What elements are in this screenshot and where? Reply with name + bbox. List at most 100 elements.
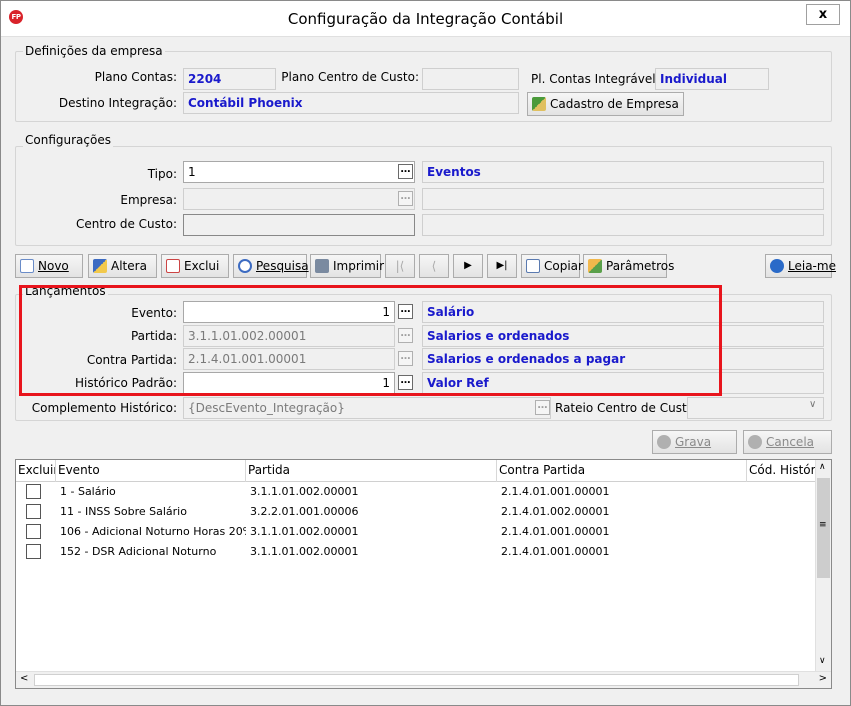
tipo-description: Eventos	[422, 161, 824, 183]
scroll-right-icon[interactable]: >	[819, 673, 827, 684]
scroll-grip-icon: ≡	[819, 520, 827, 530]
pl-integravel-field: Individual	[655, 68, 769, 90]
row-evento: 1 - Salário	[60, 485, 116, 498]
complemento-input[interactable]: {DescEvento_Integração}	[183, 397, 551, 419]
cadastro-empresa-button[interactable]: Cadastro de Empresa	[527, 92, 684, 116]
row-partida: 3.1.1.01.002.00001	[250, 485, 359, 498]
centro-custo-input[interactable]	[183, 214, 415, 236]
cancela-button[interactable]: Cancela	[743, 430, 832, 454]
scroll-left-icon[interactable]: <	[20, 673, 28, 684]
table-row[interactable]: 11 - INSS Sobre Salário 3.2.2.01.001.000…	[16, 502, 816, 522]
row-contra: 2.1.4.01.001.00001	[501, 485, 610, 498]
excluir-checkbox[interactable]	[26, 484, 41, 499]
table-row[interactable]: 1 - Salário 3.1.1.01.002.00001 2.1.4.01.…	[16, 482, 816, 502]
scroll-up-icon[interactable]: ∧	[819, 462, 826, 472]
leia-me-button[interactable]: Leia-me	[765, 254, 836, 278]
table-row[interactable]: 152 - DSR Adicional Noturno 3.1.1.01.002…	[16, 542, 816, 562]
exclui-label: Exclui	[184, 259, 220, 273]
rateio-label: Rateio Centro de Custo:	[555, 401, 699, 415]
cancel-circle-icon	[748, 435, 762, 449]
title-bar: FP Configuração da Integração Contábil x	[1, 1, 850, 37]
tipo-lookup-button[interactable]: …	[398, 164, 413, 179]
chevron-down-icon: ∨	[809, 399, 817, 410]
empresa-description	[422, 188, 824, 210]
check-circle-icon	[657, 435, 671, 449]
settings-parameters-icon	[588, 259, 602, 273]
info-icon	[770, 259, 784, 273]
dialog-window: FP Configuração da Integração Contábil x…	[0, 0, 851, 706]
excluir-checkbox[interactable]	[26, 504, 41, 519]
table-row[interactable]: 106 - Adicional Noturno Horas 20% 3.1.1.…	[16, 522, 816, 542]
col-cod-historico[interactable]: Cód. Históric	[747, 460, 816, 482]
plano-contas-label: Plano Contas:	[94, 70, 177, 84]
company-arrow-icon	[532, 97, 546, 111]
col-partida[interactable]: Partida	[246, 460, 497, 482]
config-group-title: Configurações	[23, 133, 113, 147]
row-evento: 152 - DSR Adicional Noturno	[60, 545, 217, 558]
vertical-scrollbar[interactable]: ∧ ≡ ∨	[815, 460, 831, 672]
row-contra: 2.1.4.01.001.00001	[501, 545, 610, 558]
complemento-label: Complemento Histórico:	[31, 401, 177, 415]
row-contra: 2.1.4.01.001.00001	[501, 525, 610, 538]
centro-custo-description	[422, 214, 824, 236]
hscroll-thumb[interactable]	[34, 674, 799, 686]
col-excluir[interactable]: Excluir	[16, 460, 56, 482]
altera-button[interactable]: Altera	[88, 254, 157, 278]
copiar-button[interactable]: Copiar	[521, 254, 583, 278]
highlight-box	[19, 285, 722, 396]
next-record-button[interactable]: ▶	[453, 254, 483, 278]
parametros-label: Parâmetros	[606, 259, 675, 273]
close-button[interactable]: x	[806, 4, 840, 25]
col-evento[interactable]: Evento	[56, 460, 246, 482]
leia-me-label: Leia-me	[788, 259, 836, 273]
empresa-label: Empresa:	[120, 193, 177, 207]
row-evento: 11 - INSS Sobre Salário	[60, 505, 187, 518]
row-partida: 3.1.1.01.002.00001	[250, 525, 359, 538]
novo-button[interactable]: Novo	[15, 254, 83, 278]
pesquisa-label: Pesquisa	[256, 259, 309, 273]
empresa-group-title: Definições da empresa	[23, 44, 165, 58]
copiar-label: Copiar	[544, 259, 583, 273]
exclui-button[interactable]: Exclui	[161, 254, 229, 278]
plano-centro-field	[422, 68, 519, 90]
row-partida: 3.2.2.01.001.00006	[250, 505, 359, 518]
row-partida: 3.1.1.01.002.00001	[250, 545, 359, 558]
grava-label: Grava	[675, 435, 712, 449]
edit-pencil-icon	[93, 259, 107, 273]
window-title: Configuração da Integração Contábil	[287, 10, 564, 28]
imprimir-button[interactable]: Imprimir	[310, 254, 385, 278]
complemento-lookup-button[interactable]: …	[535, 400, 550, 415]
new-document-icon	[20, 259, 34, 273]
plano-contas-field: 2204	[183, 68, 276, 90]
destino-label: Destino Integração:	[58, 96, 177, 110]
tipo-input[interactable]: 1	[183, 161, 415, 183]
scroll-down-icon[interactable]: ∨	[819, 656, 826, 666]
empresa-input[interactable]	[183, 188, 415, 210]
row-evento: 106 - Adicional Noturno Horas 20%	[60, 525, 246, 538]
tipo-label: Tipo:	[147, 167, 177, 181]
centro-custo-label: Centro de Custo:	[75, 217, 177, 231]
excluir-checkbox[interactable]	[26, 544, 41, 559]
prev-record-button[interactable]: ⟨	[419, 254, 449, 278]
imprimir-label: Imprimir	[333, 259, 385, 273]
excluir-checkbox[interactable]	[26, 524, 41, 539]
lancamentos-grid: Excluir Evento Partida Contra Partida Có…	[15, 459, 832, 689]
altera-label: Altera	[111, 259, 147, 273]
horizontal-scrollbar[interactable]: < >	[16, 671, 831, 688]
plano-centro-label: Plano Centro de Custo:	[281, 70, 419, 84]
parametros-button[interactable]: Parâmetros	[583, 254, 674, 278]
pl-integravel-label: Pl. Contas Integrável:	[531, 72, 660, 86]
printer-icon	[315, 259, 329, 273]
empresa-lookup-button[interactable]: …	[398, 191, 413, 206]
copy-icon	[526, 259, 540, 273]
row-contra: 2.1.4.01.002.00001	[501, 505, 610, 518]
cancela-label: Cancela	[766, 435, 815, 449]
last-record-button[interactable]: ▶|	[487, 254, 517, 278]
first-record-button[interactable]: |⟨	[385, 254, 415, 278]
rateio-select[interactable]	[687, 397, 824, 419]
novo-label: Novo	[38, 259, 69, 273]
grava-button[interactable]: Grava	[652, 430, 737, 454]
pesquisa-button[interactable]: Pesquisa	[233, 254, 309, 278]
col-contra-partida[interactable]: Contra Partida	[497, 460, 747, 482]
delete-document-icon	[166, 259, 180, 273]
